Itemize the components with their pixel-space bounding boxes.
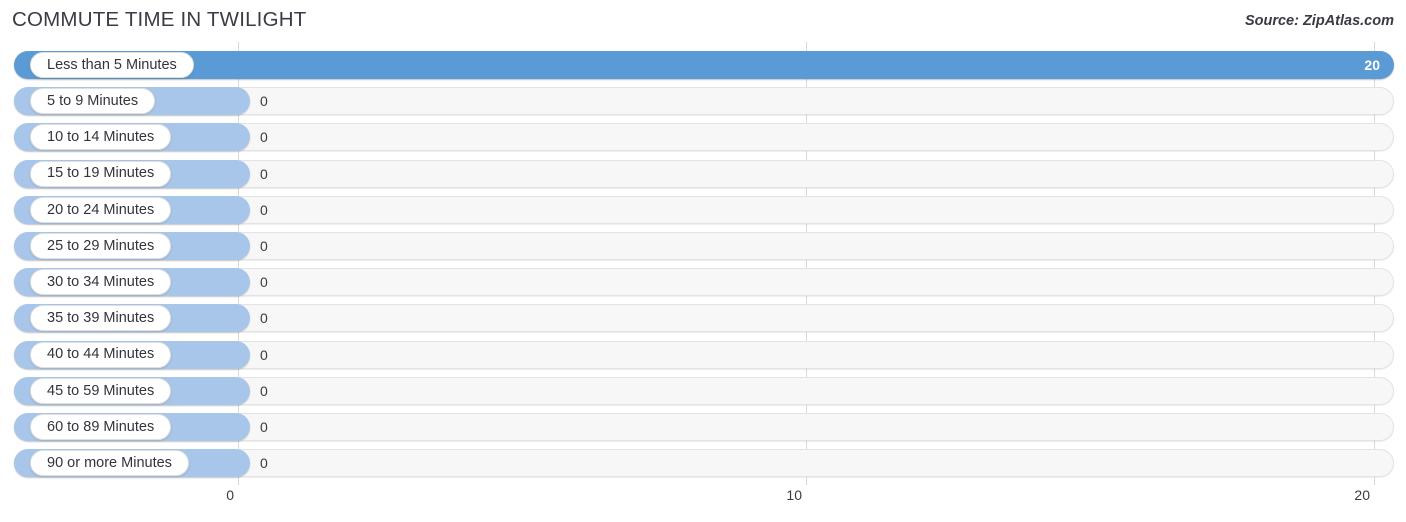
plot-area: Less than 5 Minutes 20 5 to 9 Minutes 0 10 t… [0,42,1406,485]
bar-label-pill: 15 to 19 Minutes [30,160,172,187]
bar-row[interactable]: 25 to 29 Minutes 0 [14,232,1394,260]
bar-row[interactable]: 5 to 9 Minutes 0 [14,87,1394,116]
bar-label-pill: 20 to 24 Minutes [30,196,172,223]
bar-label: 10 to 14 Minutes [47,129,155,146]
bar-label-pill: 25 to 29 Minutes [30,233,172,259]
bar-value: 0 [260,238,268,254]
bar-label: 5 to 9 Minutes [47,92,139,109]
bar-rows: Less than 5 Minutes 20 5 to 9 Minutes 0 10 t… [0,42,1406,485]
bar-row[interactable]: 15 to 19 Minutes 0 [14,159,1394,188]
bar-label-pill: 5 to 9 Minutes [30,88,156,115]
x-tick-label: 0 [226,487,234,503]
bar-label-pill: 45 to 59 Minutes [30,377,172,404]
bar-row[interactable]: 10 to 14 Minutes 0 [14,123,1394,152]
bar-label-pill: 10 to 14 Minutes [30,124,172,151]
bar-value: 0 [260,310,268,327]
bar-label: 60 to 89 Minutes [47,418,155,435]
bar-row[interactable]: 35 to 39 Minutes 0 [14,304,1394,333]
bar-label: 45 to 59 Minutes [47,382,155,399]
bar-value: 20 [1364,57,1380,73]
bar-label-pill: 35 to 39 Minutes [30,305,172,332]
bar-label: 20 to 24 Minutes [47,201,155,218]
bar-row[interactable]: 60 to 89 Minutes 0 [14,413,1394,441]
bar-fill [14,51,1394,79]
bar-value: 0 [260,419,268,435]
bar-row[interactable]: 20 to 24 Minutes 0 [14,195,1394,224]
page-title: COMMUTE TIME IN TWILIGHT [12,8,307,31]
bar-value: 0 [260,382,268,399]
bar-label: 15 to 19 Minutes [47,165,155,182]
bar-row[interactable]: 90 or more Minutes 0 [14,449,1394,478]
bar-row[interactable]: 40 to 44 Minutes 0 [14,340,1394,369]
bar-label-pill: Less than 5 Minutes [30,52,194,78]
bar-value: 0 [260,274,268,291]
bar-label: 40 to 44 Minutes [47,346,155,363]
x-axis: 0 10 20 [0,485,1406,522]
bar-row[interactable]: 30 to 34 Minutes 0 [14,268,1394,297]
bar-value: 0 [260,201,268,218]
bar-label: 90 or more Minutes [47,454,172,471]
bar-value: 0 [260,346,268,363]
x-tick-label: 20 [1354,487,1370,503]
bar-row[interactable]: Less than 5 Minutes 20 [14,51,1394,79]
bar-value: 0 [260,165,268,182]
bar-row[interactable]: 45 to 59 Minutes 0 [14,376,1394,405]
bar-value: 0 [260,455,268,472]
bar-label: 25 to 29 Minutes [47,237,155,254]
bar-label-pill: 30 to 34 Minutes [30,269,172,296]
x-tick-label: 10 [786,487,802,503]
source-attribution: Source: ZipAtlas.com [1244,13,1394,29]
chart-container: COMMUTE TIME IN TWILIGHT Source: ZipAtla… [0,0,1406,522]
bar-label-pill: 40 to 44 Minutes [30,341,172,368]
bar-label-pill: 90 or more Minutes [30,450,189,477]
bar-value: 0 [260,93,268,110]
bar-label-pill: 60 to 89 Minutes [30,414,172,440]
bar-label: Less than 5 Minutes [47,56,177,73]
bar-label: 30 to 34 Minutes [47,273,155,290]
bar-label: 35 to 39 Minutes [47,310,155,327]
bar-value: 0 [260,129,268,146]
